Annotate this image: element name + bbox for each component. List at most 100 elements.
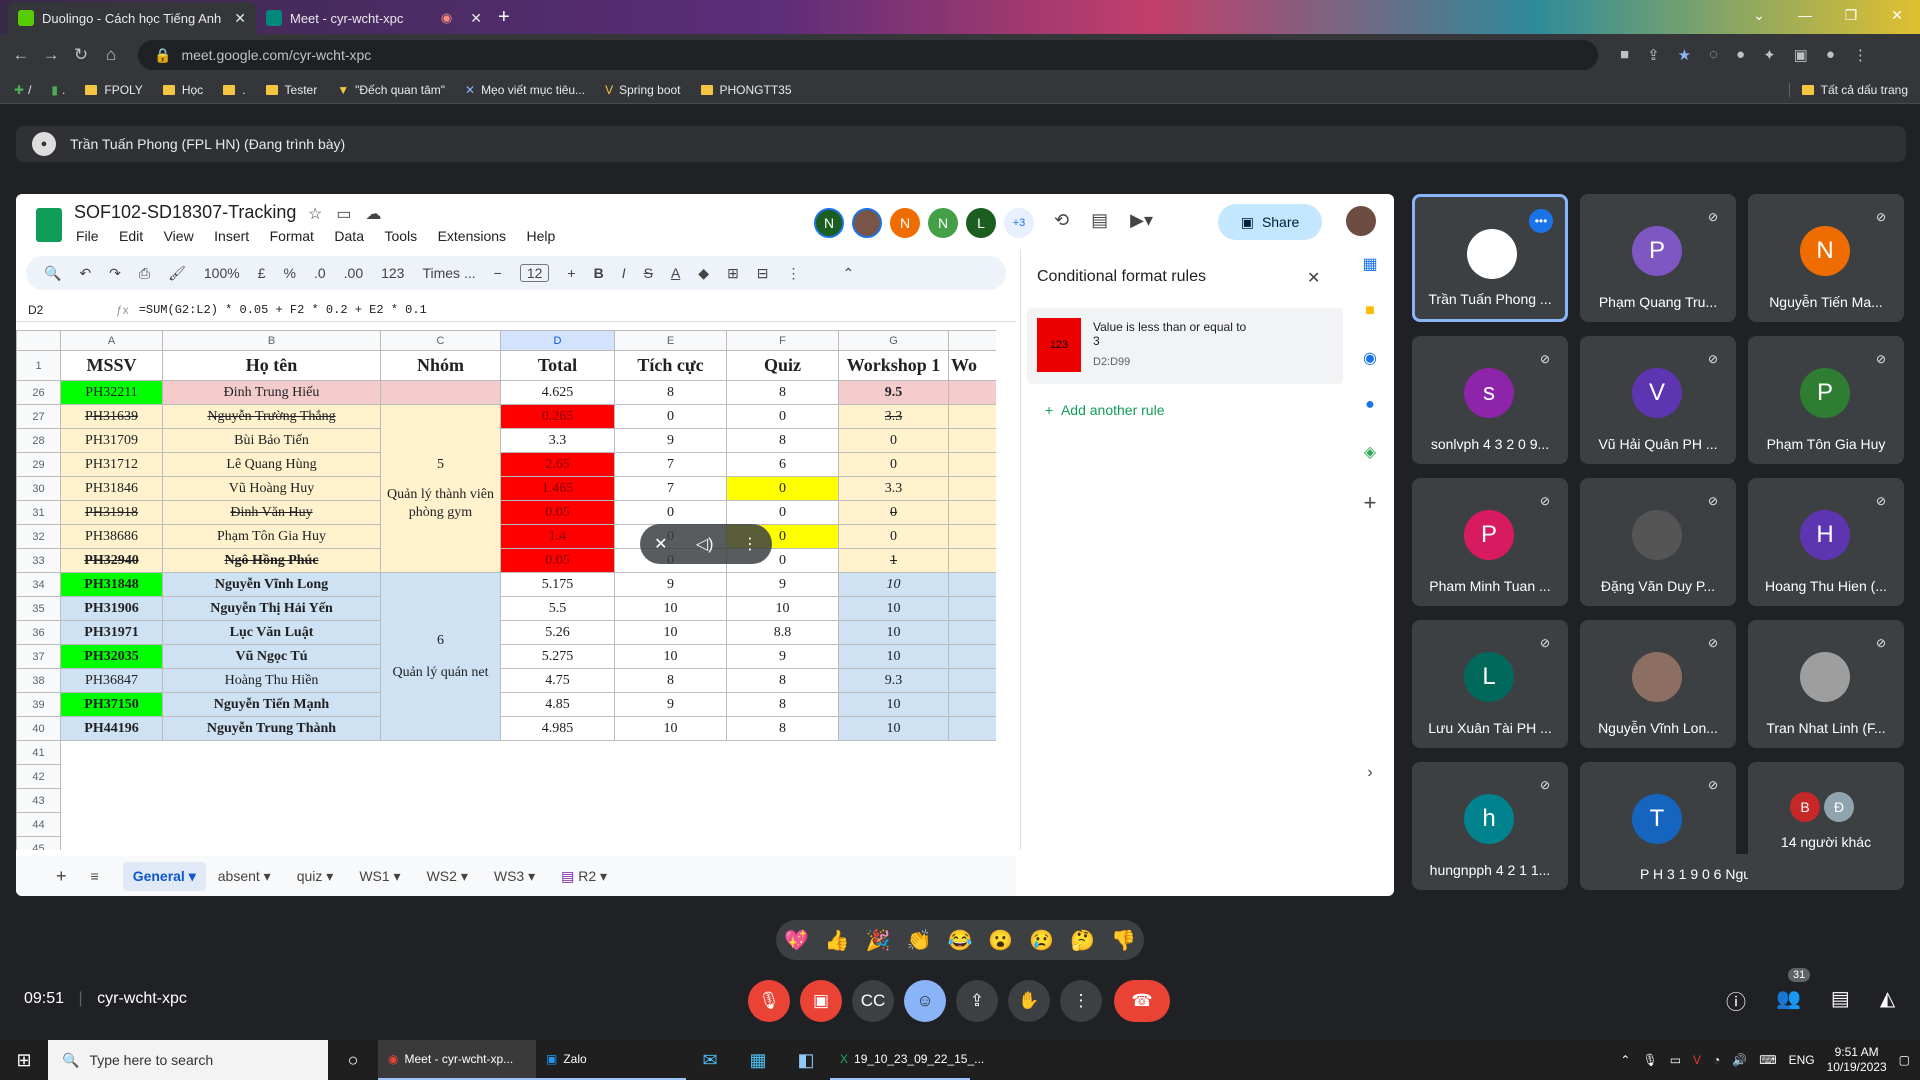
activities-icon[interactable]: ◭ xyxy=(1880,986,1895,1015)
text-color-icon[interactable]: A xyxy=(671,265,680,281)
participant-tile[interactable]: Nguyễn Vĩnh Lon... ⊘ xyxy=(1580,620,1736,748)
home-icon[interactable]: ⌂ xyxy=(98,45,124,65)
zoom-select[interactable]: 100% xyxy=(204,265,240,281)
cell[interactable] xyxy=(381,837,501,851)
cell[interactable]: PH31709 xyxy=(60,428,163,453)
menu-file[interactable]: File xyxy=(76,228,99,244)
camera-icon[interactable]: ■ xyxy=(1620,46,1629,64)
cell[interactable]: 1 xyxy=(838,548,949,573)
row-header[interactable]: 37 xyxy=(16,644,61,669)
menu-insert[interactable]: Insert xyxy=(214,228,249,244)
cell[interactable] xyxy=(381,789,501,813)
taskbar-app-excel[interactable]: X 19_10_23_09_22_15_... xyxy=(830,1040,984,1080)
redo-icon[interactable]: ↷ xyxy=(109,265,121,282)
bookmark[interactable]: ✚ / xyxy=(14,83,31,97)
mic-icon[interactable]: 🎙 xyxy=(1642,1053,1657,1067)
tab-duolingo[interactable]: Duolingo - Cách học Tiếng Anh ✕ xyxy=(8,2,256,34)
row-header[interactable]: 30 xyxy=(16,476,61,501)
column-header[interactable]: B xyxy=(162,330,381,351)
row-header[interactable]: 44 xyxy=(16,812,61,837)
cell[interactable] xyxy=(839,765,949,789)
bookmark[interactable]: FPOLY xyxy=(85,83,143,97)
participant-tile[interactable]: P Phạm Quang Tru... ⊘ xyxy=(1580,194,1736,322)
column-header[interactable]: F xyxy=(726,330,839,351)
row-header[interactable]: 34 xyxy=(16,572,61,597)
cell[interactable] xyxy=(615,837,727,851)
cell[interactable]: 0 xyxy=(614,404,727,429)
extension-icon[interactable]: ● xyxy=(1736,46,1745,64)
extension-icon[interactable]: ◌ xyxy=(1709,46,1718,64)
cell[interactable]: 10 xyxy=(838,692,949,717)
new-tab-icon[interactable]: + xyxy=(498,6,510,29)
cell[interactable] xyxy=(501,741,615,765)
taskbar-search[interactable]: 🔍 Type here to search xyxy=(48,1040,328,1080)
header-cell[interactable]: Wo xyxy=(948,350,996,381)
row-header[interactable]: 42 xyxy=(16,764,61,789)
captions-button[interactable]: CC xyxy=(852,980,894,1022)
cell[interactable]: Lục Văn Luật xyxy=(162,620,381,645)
header-cell[interactable]: Total xyxy=(500,350,615,381)
collapse-icon[interactable]: ⌃ xyxy=(843,265,855,282)
header-cell[interactable]: Workshop 1 xyxy=(838,350,949,381)
menu-format[interactable]: Format xyxy=(270,228,314,244)
cell[interactable]: 0 xyxy=(614,500,727,525)
cell[interactable] xyxy=(948,692,996,717)
reactions-button[interactable]: ☺ xyxy=(904,980,946,1022)
participant-tile[interactable]: L Lưu Xuân Tài PH ... ⊘ xyxy=(1412,620,1568,748)
cell[interactable]: PH32035 xyxy=(60,644,163,669)
bookmark[interactable]: ✕ Mẹo viết mục tiêu... xyxy=(465,83,585,97)
decrease-decimal-icon[interactable]: .0 xyxy=(314,265,326,281)
close-icon[interactable]: ✕ xyxy=(470,10,482,27)
document-title[interactable]: SOF102-SD18307-Tracking xyxy=(74,202,296,223)
font-size-input[interactable]: 12 xyxy=(519,264,550,282)
cell[interactable]: 0 xyxy=(726,476,839,501)
cell[interactable] xyxy=(948,596,996,621)
cell[interactable] xyxy=(163,789,381,813)
people-icon[interactable]: 👥 31 xyxy=(1776,968,1811,1015)
search-icon[interactable]: 🔍 xyxy=(44,265,61,282)
cell[interactable]: 8 xyxy=(614,668,727,693)
cell[interactable]: PH32211 xyxy=(60,380,163,405)
cell[interactable]: 0 xyxy=(838,452,949,477)
cell[interactable]: 0 xyxy=(726,500,839,525)
volume-icon[interactable]: 🔊 xyxy=(1732,1053,1747,1067)
participant-tile[interactable]: Trần Tuấn Phong ... ••• xyxy=(1412,194,1568,322)
menu-help[interactable]: Help xyxy=(527,228,556,244)
sheet-tab-ws2[interactable]: WS2 ▾ xyxy=(427,868,468,885)
chevron-right-icon[interactable]: › xyxy=(1367,764,1372,782)
row-header[interactable]: 40 xyxy=(16,716,61,741)
reaction-emoji[interactable]: 🤔 xyxy=(1070,928,1095,953)
chevron-up-icon[interactable]: ⌃ xyxy=(1620,1053,1630,1067)
cell[interactable] xyxy=(381,813,501,837)
cell[interactable]: 10 xyxy=(726,596,839,621)
row-header[interactable]: 26 xyxy=(16,380,61,405)
cell[interactable]: PH31971 xyxy=(60,620,163,645)
raise-hand-button[interactable]: ✋ xyxy=(1008,980,1050,1022)
more-icon[interactable]: ⋮ xyxy=(742,534,758,554)
column-header[interactable]: A xyxy=(60,330,163,351)
participant-tile[interactable]: P Phạm Tôn Gia Huy ⊘ xyxy=(1748,336,1904,464)
cell[interactable] xyxy=(380,380,501,405)
cell[interactable] xyxy=(948,476,996,501)
cell[interactable] xyxy=(381,765,501,789)
menu-extensions[interactable]: Extensions xyxy=(438,228,506,244)
header-cell[interactable]: Tích cực xyxy=(614,350,727,381)
cell[interactable]: 7 xyxy=(614,452,727,477)
italic-icon[interactable]: I xyxy=(622,265,626,281)
cell[interactable] xyxy=(948,548,996,573)
cell[interactable]: 1.465 xyxy=(500,476,615,501)
keyboard-icon[interactable]: ⌨ xyxy=(1759,1053,1776,1067)
cell[interactable] xyxy=(61,813,163,837)
more-options-button[interactable]: ⋮ xyxy=(1060,980,1102,1022)
reaction-emoji[interactable]: 😮 xyxy=(988,928,1013,953)
bookmark[interactable]: . xyxy=(223,83,246,97)
leave-call-button[interactable]: ☎ xyxy=(1114,980,1170,1022)
row-header[interactable]: 43 xyxy=(16,788,61,813)
camera-off-button[interactable]: ▣ xyxy=(800,980,842,1022)
group-cell[interactable]: 5 Quản lý thành viên phòng gym xyxy=(380,404,501,573)
participant-tile[interactable]: V Vũ Hải Quân PH ... ⊘ xyxy=(1580,336,1736,464)
cell[interactable]: Nguyễn Trung Thành xyxy=(162,716,381,741)
language-indicator[interactable]: ENG xyxy=(1789,1053,1815,1067)
windows-start-icon[interactable]: ⊞ xyxy=(0,1050,48,1071)
cell[interactable] xyxy=(839,741,949,765)
